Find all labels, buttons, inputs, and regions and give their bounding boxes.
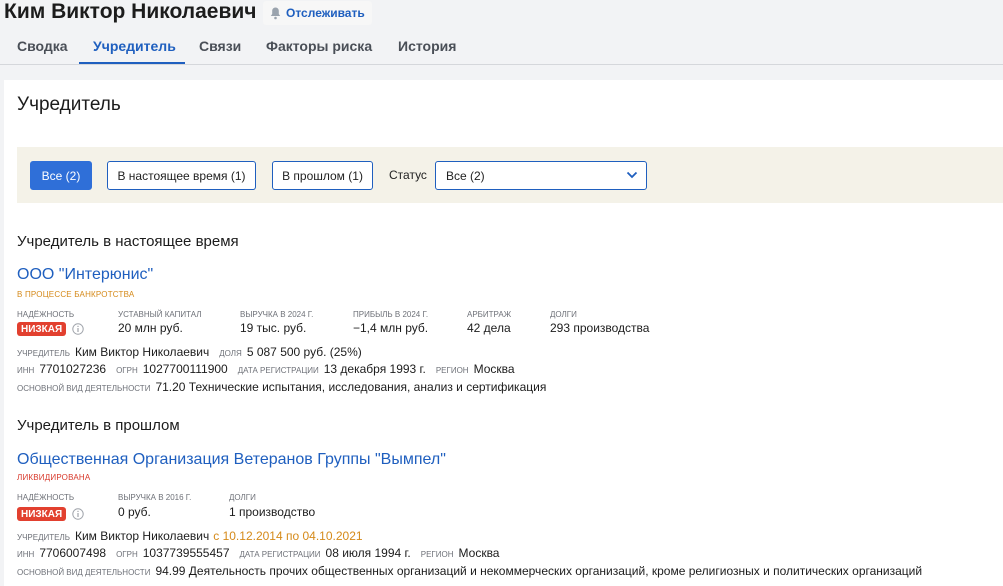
metric-label: долги [229, 493, 256, 502]
regdate-label: дата регистрации [237, 366, 319, 375]
filter-all-button[interactable]: Все (2) [30, 161, 92, 190]
reliability-badge: Низкая [17, 507, 67, 521]
founder-row: учредитель Ким Виктор Николаевич доля 5 … [17, 345, 372, 359]
region-value: Москва [473, 362, 515, 376]
metric-label: долги [550, 310, 577, 319]
metric-label: надёжность [17, 310, 75, 319]
regdate-value: 13 декабря 1993 г. [323, 362, 426, 376]
org-status-current: В ПРОЦЕССЕ БАНКРОТСТВА [17, 290, 135, 299]
status-select[interactable]: Все (2) [435, 161, 647, 190]
status-label: Статус [389, 168, 427, 182]
current-section-title: Учредитель в настоящее время [17, 233, 239, 250]
share-value: 5 087 500 руб. (25%) [246, 345, 362, 359]
metric-value: 1 производство [229, 505, 316, 519]
tab-summary[interactable]: Сводка [17, 38, 68, 54]
status-select-value: Все (2) [446, 168, 485, 183]
metric-label: прибыль в 2024 г. [353, 310, 429, 319]
activity-row: основной вид деятельности 71.20 Техничес… [17, 380, 556, 394]
section-title: Учредитель [17, 94, 121, 115]
ogrn-value: 1037739555457 [142, 546, 230, 560]
reliability-badge: Низкая [17, 322, 67, 336]
activity-row: основной вид деятельности 94.99 Деятельн… [17, 564, 932, 578]
bell-icon [270, 7, 281, 19]
activity-label: основной вид деятельности [17, 568, 151, 577]
region-label: регион [420, 550, 454, 559]
ogrn-label: огрн [116, 366, 138, 375]
ogrn-value: 1027700111900 [142, 362, 228, 376]
info-icon[interactable] [72, 508, 84, 520]
tab-history[interactable]: История [398, 38, 456, 54]
info-icon[interactable] [72, 323, 84, 335]
founder-row: учредитель Ким Виктор Николаевич с 10.12… [17, 529, 363, 543]
founder-dates: с 10.12.2014 по 04.10.2021 [213, 529, 363, 543]
org-link-past[interactable]: Общественная Организация Ветеранов Групп… [17, 451, 446, 469]
metric-label: уставный капитал [118, 310, 202, 319]
header: Ким Виктор Николаевич Отслеживать [0, 0, 1003, 28]
reliability-value: Низкая [21, 508, 63, 520]
registration-row: инн 7706007498 огрн 1037739555457 дата р… [17, 546, 509, 560]
metric-value: 20 млн руб. [118, 321, 183, 335]
chevron-down-icon [626, 171, 638, 179]
metric-label: надёжность [17, 493, 75, 502]
tab-founder[interactable]: Учредитель [93, 38, 176, 54]
metric-value: 0 руб. [118, 505, 151, 519]
follow-button[interactable]: Отслеживать [263, 1, 372, 25]
tab-connections[interactable]: Связи [199, 38, 241, 54]
founder-label: учредитель [17, 349, 70, 358]
inn-value: 7701027236 [39, 362, 107, 376]
metric-value: −1,4 млн руб. [353, 321, 429, 335]
past-section-title: Учредитель в прошлом [17, 417, 180, 434]
metric-label: арбитраж [467, 310, 512, 319]
org-status-past: ЛИКВИДИРОВАНА [17, 473, 91, 482]
active-tab-indicator [79, 62, 185, 64]
regdate-value: 08 июля 1994 г. [325, 546, 411, 560]
metric-value: 293 производства [550, 321, 650, 335]
ogrn-label: огрн [116, 550, 138, 559]
region-value: Москва [458, 546, 500, 560]
founder-value: Ким Виктор Николаевич [74, 529, 210, 543]
activity-label: основной вид деятельности [17, 384, 151, 393]
share-label: доля [219, 349, 242, 358]
reliability-value: Низкая [21, 323, 63, 335]
tab-bar: Сводка Учредитель Связи Факторы риска Ис… [0, 28, 1003, 65]
page-title: Ким Виктор Николаевич [4, 0, 257, 23]
metric-label: выручка в 2016 г. [118, 493, 192, 502]
regdate-label: дата регистрации [239, 550, 321, 559]
activity-value: 71.20 Технические испытания, исследовани… [155, 380, 547, 394]
metric-label: выручка в 2024 г. [240, 310, 314, 319]
founder-label: учредитель [17, 533, 70, 542]
registration-row: инн 7701027236 огрн 1027700111900 дата р… [17, 362, 525, 376]
filter-past-button[interactable]: В прошлом (1) [272, 161, 373, 190]
metric-value: 19 тыс. руб. [240, 321, 307, 335]
inn-value: 7706007498 [39, 546, 107, 560]
inn-label: инн [17, 366, 35, 375]
follow-label: Отслеживать [286, 6, 365, 20]
region-label: регион [435, 366, 469, 375]
metric-value: 42 дела [467, 321, 511, 335]
activity-value: 94.99 Деятельность прочих общественных о… [155, 564, 923, 578]
filter-current-button[interactable]: В настоящее время (1) [107, 161, 256, 190]
founder-value: Ким Виктор Николаевич [74, 345, 210, 359]
inn-label: инн [17, 550, 35, 559]
tab-risk-factors[interactable]: Факторы риска [266, 38, 372, 54]
org-link-current[interactable]: ООО "Интерюнис" [17, 266, 153, 284]
